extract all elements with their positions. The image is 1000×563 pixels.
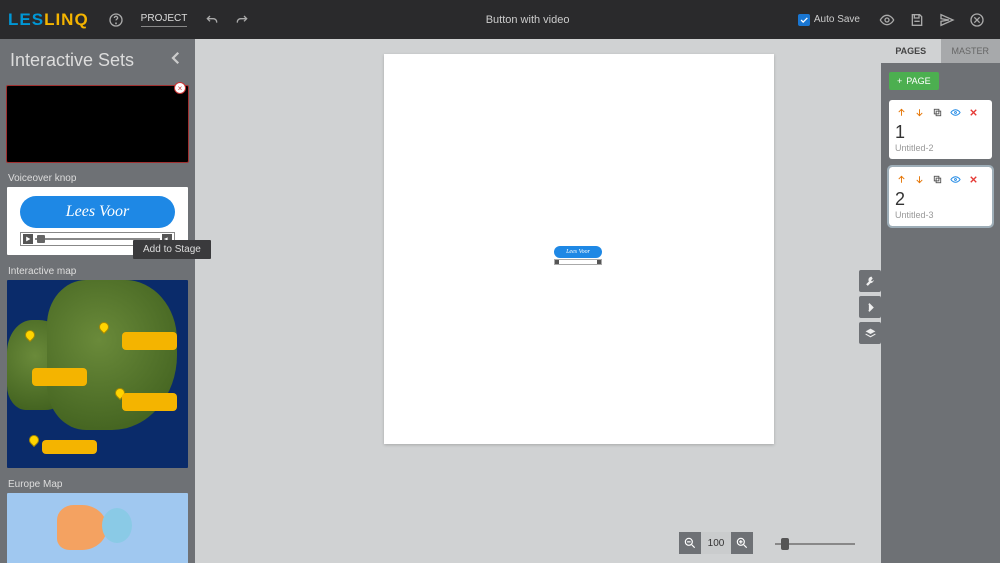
collapse-sidebar-icon[interactable]	[167, 49, 185, 72]
page-number: 1	[895, 122, 986, 143]
page-tools	[895, 106, 986, 118]
zoom-value[interactable]: 100	[701, 532, 731, 554]
remove-icon[interactable]: ×	[174, 82, 186, 94]
checkbox-checked-icon	[798, 14, 810, 26]
canvas-area: Lees Voor 100	[195, 39, 881, 563]
sidebar: Interactive Sets × Voiceover knop Lees V…	[0, 39, 195, 563]
redo-icon[interactable]	[231, 9, 253, 31]
help-icon[interactable]	[105, 9, 127, 31]
move-down-icon[interactable]	[913, 173, 925, 185]
set-thumb-video: ×	[6, 85, 189, 163]
set-item[interactable]: Interactive map	[0, 258, 195, 471]
save-icon[interactable]	[906, 9, 928, 31]
zoom-out-button[interactable]	[679, 532, 701, 554]
page-tools	[895, 173, 986, 185]
set-item[interactable]: ×	[0, 81, 195, 165]
sidebar-title: Interactive Sets	[10, 50, 134, 71]
set-label: Interactive map	[8, 266, 189, 277]
stage-voiceover-button[interactable]: Lees Voor	[554, 246, 602, 258]
set-thumb-europe-map	[6, 492, 189, 563]
panel-toggles	[859, 270, 881, 348]
project-link[interactable]: PROJECT	[141, 13, 188, 27]
expand-toggle-icon[interactable]	[859, 296, 881, 318]
page-name: Untitled-3	[895, 210, 986, 220]
send-icon[interactable]	[936, 9, 958, 31]
preview-icon[interactable]	[876, 9, 898, 31]
page-name: Untitled-2	[895, 143, 986, 153]
set-thumb-interactive-map	[6, 279, 189, 469]
zoom-slider[interactable]	[775, 539, 855, 549]
autosave-toggle[interactable]: Auto Save	[798, 14, 860, 26]
tab-pages[interactable]: PAGES	[881, 39, 941, 63]
page-card[interactable]: 1 Untitled-2	[889, 100, 992, 159]
zoom-controls: 100	[679, 532, 753, 554]
tools-toggle-icon[interactable]	[859, 270, 881, 292]
sidebar-header: Interactive Sets	[0, 39, 195, 81]
delete-icon[interactable]	[967, 106, 979, 118]
set-label: Europe Map	[8, 479, 189, 490]
plus-icon: +	[897, 76, 902, 86]
play-icon	[23, 234, 33, 244]
add-page-label: PAGE	[906, 76, 930, 86]
move-down-icon[interactable]	[913, 106, 925, 118]
delete-icon[interactable]	[967, 173, 979, 185]
visibility-icon[interactable]	[949, 106, 961, 118]
set-item[interactable]: Europe Map	[0, 471, 195, 563]
close-app-icon[interactable]	[966, 9, 988, 31]
voiceover-button-preview: Lees Voor	[20, 196, 175, 228]
right-panel: PAGES MASTER + PAGE 1 Untitled-2	[881, 39, 1000, 563]
undo-icon[interactable]	[201, 9, 223, 31]
duplicate-icon[interactable]	[931, 106, 943, 118]
stage-canvas[interactable]: Lees Voor	[384, 54, 774, 444]
add-page-button[interactable]: + PAGE	[889, 72, 939, 90]
set-label: Voiceover knop	[8, 173, 189, 184]
tab-master[interactable]: MASTER	[941, 39, 1000, 63]
right-tabs: PAGES MASTER	[881, 39, 1000, 63]
page-card[interactable]: 2 Untitled-3	[889, 167, 992, 226]
app-header: LESLINQ PROJECT Button with video Auto S…	[0, 0, 1000, 39]
move-up-icon[interactable]	[895, 106, 907, 118]
app-logo: LESLINQ	[8, 10, 89, 30]
visibility-icon[interactable]	[949, 173, 961, 185]
stage-audio-bar[interactable]	[554, 259, 602, 265]
duplicate-icon[interactable]	[931, 173, 943, 185]
layers-toggle-icon[interactable]	[859, 322, 881, 344]
zoom-in-button[interactable]	[731, 532, 753, 554]
tooltip-add-to-stage: Add to Stage	[133, 240, 211, 259]
project-title: Button with video	[257, 14, 798, 26]
page-number: 2	[895, 189, 986, 210]
move-up-icon[interactable]	[895, 173, 907, 185]
autosave-label: Auto Save	[814, 14, 860, 25]
